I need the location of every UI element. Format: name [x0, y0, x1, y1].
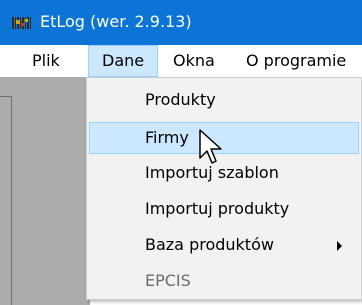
menu-okna[interactable]: Okna [163, 45, 225, 77]
title-bar: EtLog (wer. 2.9.13) [0, 0, 362, 45]
menu-item-firmy[interactable]: Firmy [89, 122, 359, 154]
workspace-border [11, 96, 12, 305]
menu-item-label: EPCIS [145, 271, 191, 290]
menu-item-produkty[interactable]: Produkty [89, 84, 359, 116]
submenu-arrow-icon [337, 241, 342, 251]
menu-bar: Plik Dane Okna O programie [0, 45, 362, 77]
menu-item-importuj-szablon[interactable]: Importuj szablon [89, 157, 359, 189]
menu-item-label: Baza produktów [145, 235, 274, 254]
window-title: EtLog (wer. 2.9.13) [40, 12, 192, 31]
child-window-area [11, 96, 90, 305]
app-logo-icon [12, 17, 31, 29]
menu-item-label: Importuj produkty [145, 199, 290, 218]
pointer-arrow-icon [199, 129, 222, 164]
menu-plik[interactable]: Plik [22, 45, 70, 77]
menu-item-label: Produkty [145, 90, 216, 109]
menu-dane[interactable]: Dane [88, 45, 158, 77]
menu-o-programie[interactable]: O programie [236, 45, 356, 77]
menu-item-importuj-produkty[interactable]: Importuj produkty [89, 193, 359, 225]
menu-item-label: Firmy [145, 128, 189, 147]
menu-item-epcis: EPCIS [89, 265, 359, 297]
dane-dropdown-menu: Produkty Firmy Importuj szablon Importuj… [86, 77, 362, 300]
menu-item-baza-produktow[interactable]: Baza produktów [89, 229, 359, 261]
